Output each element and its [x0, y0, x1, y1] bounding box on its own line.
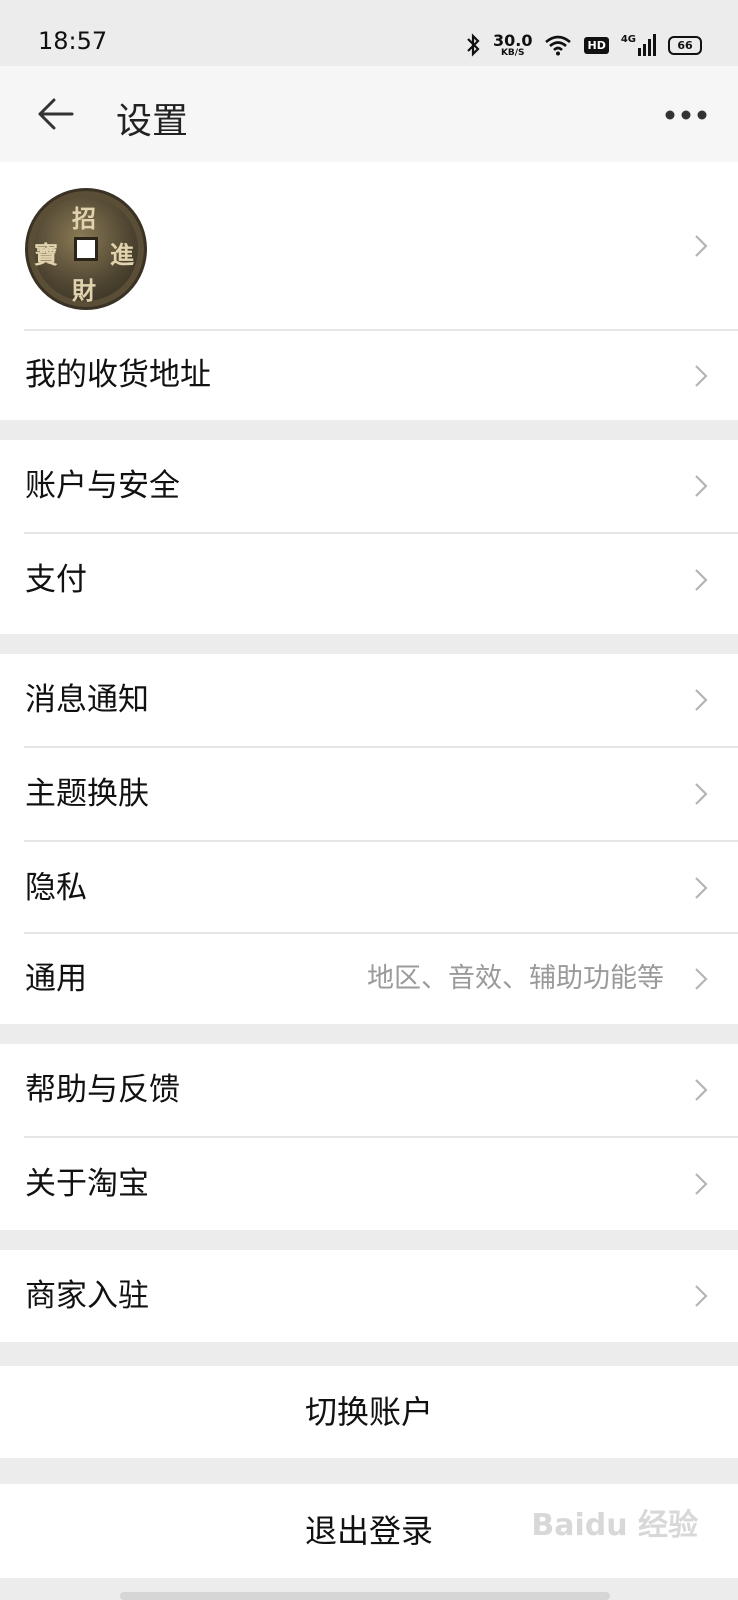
- row-hint: 地区、音效、辅助功能等: [367, 963, 664, 994]
- title-bar: [0, 66, 738, 162]
- row-label: 账户与安全: [25, 468, 180, 504]
- row-label: 商家入驻: [25, 1278, 149, 1314]
- cellular-signal: 4G: [621, 34, 656, 56]
- row-label: 隐私: [25, 870, 87, 906]
- more-options-icon[interactable]: [664, 105, 708, 125]
- row-notifications[interactable]: 消息通知: [0, 654, 738, 746]
- avatar-char-right: 進: [110, 240, 134, 269]
- row-privacy[interactable]: 隐私: [0, 842, 738, 934]
- row-label: 通用: [25, 961, 87, 997]
- row-address[interactable]: 我的收货地址: [0, 331, 738, 420]
- chevron-right-icon: [695, 1173, 708, 1195]
- row-label: 我的收货地址: [25, 357, 211, 393]
- chevron-right-icon: [695, 877, 708, 899]
- switch-account-button[interactable]: 切换账户: [0, 1366, 738, 1458]
- wifi-icon: [545, 35, 572, 56]
- row-help-feedback[interactable]: 帮助与反馈: [0, 1044, 738, 1136]
- avatar-char-left: 寶: [34, 240, 58, 269]
- row-about[interactable]: 关于淘宝: [0, 1138, 738, 1230]
- status-icons: 30.0 KB/S HD 4G 66: [465, 30, 702, 60]
- hd-badge: HD: [584, 36, 609, 54]
- group-preferences: 消息通知 主题换肤 隐私 通用 地区、音效、辅助功能等: [0, 654, 738, 1024]
- coin-hole: [74, 237, 98, 261]
- group-merchant: 商家入驻: [0, 1250, 738, 1342]
- chevron-right-icon: [695, 475, 708, 497]
- chevron-right-icon: [695, 783, 708, 805]
- row-label: 帮助与反馈: [25, 1072, 180, 1108]
- chevron-right-icon: [695, 235, 708, 257]
- group-profile: 招 寶 進 財 我的收货地址: [0, 162, 738, 420]
- group-account: 账户与安全 支付: [0, 440, 738, 634]
- network-type: 4G: [620, 34, 636, 45]
- bluetooth-icon: [467, 33, 480, 57]
- row-payment[interactable]: 支付: [0, 534, 738, 626]
- chevron-right-icon: [695, 365, 708, 387]
- battery-indicator: 66: [668, 35, 702, 55]
- back-arrow-icon[interactable]: [36, 96, 76, 132]
- chevron-right-icon: [695, 1285, 708, 1307]
- home-indicator[interactable]: [120, 1592, 610, 1600]
- row-label: 消息通知: [25, 682, 149, 718]
- chevron-right-icon: [695, 1079, 708, 1101]
- group-help: 帮助与反馈 关于淘宝: [0, 1044, 738, 1230]
- page-title: 设置: [116, 101, 189, 142]
- signal-icon: [638, 34, 656, 56]
- chevron-right-icon: [695, 569, 708, 591]
- row-account-security[interactable]: 账户与安全: [0, 440, 738, 532]
- row-label: 主题换肤: [25, 776, 149, 812]
- row-general[interactable]: 通用 地区、音效、辅助功能等: [0, 934, 738, 1024]
- profile-row[interactable]: 招 寶 進 財: [0, 162, 738, 329]
- avatar-char-top: 招: [72, 204, 96, 233]
- row-label: 支付: [25, 562, 87, 598]
- net-speed-value: 30.0: [493, 30, 533, 50]
- net-speed: 30.0 KB/S: [493, 30, 533, 58]
- status-time: 18:57: [38, 27, 108, 55]
- avatar: 招 寶 進 財: [25, 188, 147, 310]
- row-theme[interactable]: 主题换肤: [0, 748, 738, 840]
- avatar-char-bottom: 財: [72, 276, 96, 305]
- net-speed-unit: KB/S: [500, 47, 525, 58]
- row-label: 关于淘宝: [25, 1166, 149, 1202]
- row-merchant[interactable]: 商家入驻: [0, 1250, 738, 1342]
- chevron-right-icon: [695, 968, 708, 990]
- chevron-right-icon: [695, 689, 708, 711]
- watermark: Baidu 经验: [531, 1508, 698, 1543]
